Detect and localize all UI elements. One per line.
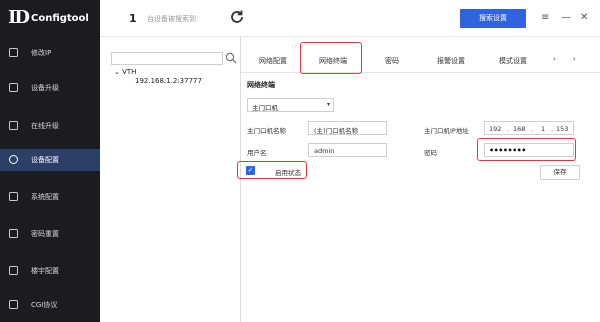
search-icon[interactable] [225, 52, 237, 64]
logo-icon: ID [8, 7, 30, 28]
ip-octet-4: 153 [556, 125, 569, 133]
section-title: 网络终端 [247, 81, 275, 89]
minimize-icon[interactable]: — [561, 12, 571, 24]
door-station-select[interactable]: 主门口机 ▾ [247, 98, 334, 112]
settings-icon [9, 155, 18, 164]
sidebar-item-online-upgrade[interactable]: 在线升级 [0, 115, 100, 137]
sidebar-item-label: CGI协议 [31, 301, 58, 309]
tab-bar: 网络配置 网络终端 密码 报警设置 模式设置 ‹ › [241, 47, 600, 73]
menu-icon[interactable]: ≡ [541, 12, 549, 24]
sidebar-item-password-reset[interactable]: 密码重置 [0, 223, 100, 245]
main-door-ip-label: 主门口机IP地址 [424, 127, 469, 135]
save-button[interactable]: 保存 [540, 165, 580, 180]
tab-password[interactable]: 密码 [385, 56, 399, 66]
ip-octet-1: 192 [489, 125, 502, 133]
username-label: 用户名 [247, 149, 267, 157]
device-count: 1 [129, 12, 137, 25]
tree-node-label: VTH [122, 68, 137, 76]
building-icon [9, 266, 18, 275]
edit-icon [9, 48, 18, 57]
sidebar: 修改IP 设备升级 在线升级 设备配置 系统配置 密码重置 楼宇配置 CGI协议 [0, 37, 100, 322]
tab-mode-settings[interactable]: 模式设置 [499, 56, 527, 66]
logo-area: ID Configtool [0, 0, 100, 37]
chevron-down-icon: ▾ [326, 101, 330, 108]
sidebar-item-label: 密码重置 [31, 230, 59, 238]
password-icon [9, 229, 18, 238]
username-input[interactable]: admin [308, 143, 387, 157]
main-door-name-label: 主门口机名称 [247, 127, 286, 135]
cloud-upgrade-icon [9, 121, 18, 130]
sidebar-item-device-upgrade[interactable]: 设备升级 [0, 77, 100, 99]
chevron-down-icon: ⌄ [114, 68, 120, 76]
password-highlight-box [477, 138, 576, 161]
sidebar-item-building-config[interactable]: 楼宇配置 [0, 260, 100, 282]
sidebar-item-label: 设备升级 [31, 84, 59, 92]
sidebar-item-system-config[interactable]: 系统配置 [0, 186, 100, 208]
ip-octet-3: 1 [541, 125, 546, 133]
sidebar-item-modify-ip[interactable]: 修改IP [0, 42, 100, 64]
tab-highlight-box [300, 42, 362, 74]
main-door-name-input[interactable]: (主)门口机名称 [308, 121, 387, 135]
top-bar: ID Configtool 1 台设备被搜索到 搜索设置 ≡ — ✕ [0, 0, 600, 37]
sidebar-item-label: 楼宇配置 [31, 267, 59, 275]
tree-node-device[interactable]: 192.168.1.2:37777 [135, 77, 202, 85]
select-value: 主门口机 [252, 104, 278, 112]
tab-next-icon[interactable]: › [573, 55, 576, 63]
refresh-icon[interactable] [229, 9, 245, 25]
sidebar-item-device-config[interactable]: 设备配置 [0, 149, 100, 171]
close-icon[interactable]: ✕ [580, 12, 588, 24]
tree-node-vth[interactable]: ⌄ VTH [114, 68, 136, 76]
device-search-input[interactable] [111, 52, 223, 65]
system-icon [9, 192, 18, 201]
upgrade-icon [9, 83, 18, 92]
search-settings-button[interactable]: 搜索设置 [460, 9, 526, 28]
sidebar-item-label: 设备配置 [31, 156, 59, 164]
cgi-icon [9, 300, 18, 309]
sidebar-item-cgi[interactable]: CGI协议 [0, 294, 100, 316]
device-tree-panel: ⌄ VTH 192.168.1.2:37777 [100, 37, 241, 322]
enable-highlight-box [237, 161, 307, 179]
sidebar-item-label: 在线升级 [31, 122, 59, 130]
tab-alarm-settings[interactable]: 报警设置 [437, 56, 465, 66]
sidebar-item-label: 系统配置 [31, 193, 59, 201]
main-door-ip-input[interactable]: 192 . 168 . 1 . 153 [484, 121, 574, 135]
device-count-text: 台设备被搜索到 [147, 15, 196, 23]
sidebar-item-label: 修改IP [31, 49, 52, 57]
tab-prev-icon[interactable]: ‹ [553, 55, 556, 63]
ip-octet-2: 168 [513, 125, 526, 133]
tab-network-config[interactable]: 网络配置 [259, 56, 287, 66]
password-label: 密码 [424, 149, 437, 157]
app-title: Configtool [31, 13, 89, 24]
